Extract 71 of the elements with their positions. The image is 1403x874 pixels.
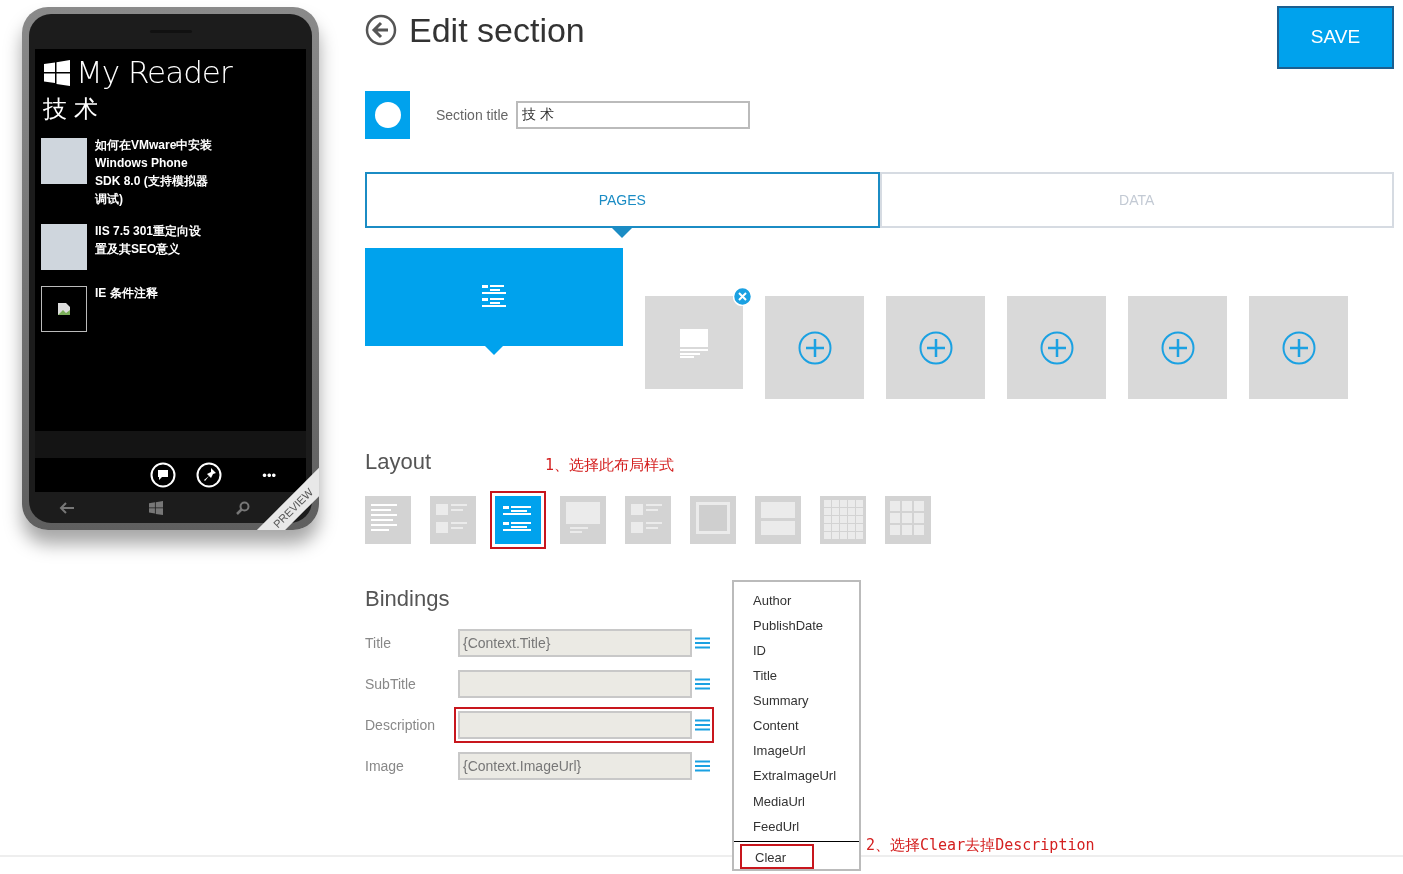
app-title: My Reader bbox=[76, 57, 232, 89]
section-title-input[interactable]: 技 术 bbox=[516, 101, 751, 129]
more-menu[interactable]: ••• bbox=[262, 468, 276, 482]
page-layout-icon bbox=[679, 327, 709, 358]
add-page-tile[interactable] bbox=[1007, 296, 1106, 399]
menu-item[interactable]: Clear bbox=[740, 843, 814, 869]
close-icon[interactable] bbox=[733, 287, 752, 306]
field-label: Section title bbox=[436, 105, 509, 125]
add-page-tile[interactable] bbox=[1128, 296, 1227, 399]
menu-item[interactable]: ImageUrl bbox=[753, 741, 806, 761]
annotation-note: 1、选择此布局样式 bbox=[545, 454, 675, 476]
menu-item[interactable]: ExtraImageUrl bbox=[753, 766, 837, 786]
chat-icon[interactable] bbox=[150, 462, 177, 489]
binding-label: Description bbox=[365, 715, 437, 735]
circle-icon bbox=[374, 102, 401, 128]
page-title: Edit section bbox=[409, 10, 585, 50]
binding-input[interactable]: {Context.Title} bbox=[458, 629, 692, 657]
search-icon[interactable] bbox=[236, 500, 250, 515]
menu-icon[interactable] bbox=[695, 760, 710, 772]
article-title[interactable]: IIS 7.5 301重定向设置及其SEO意义 bbox=[95, 222, 213, 271]
menu-icon[interactable] bbox=[695, 637, 710, 649]
layout-option[interactable] bbox=[755, 496, 801, 544]
layout-option[interactable] bbox=[690, 496, 736, 544]
menu-item[interactable]: PublishDate bbox=[753, 615, 824, 636]
pin-icon[interactable] bbox=[196, 462, 223, 489]
tab-pointer bbox=[612, 228, 633, 238]
plus-circle-icon bbox=[1160, 330, 1195, 365]
page-tile[interactable] bbox=[365, 248, 623, 346]
section-heading: Bindings bbox=[365, 585, 450, 613]
layout-option[interactable] bbox=[430, 496, 476, 544]
binding-label: SubTitle bbox=[365, 674, 417, 694]
section-title: 技 术 bbox=[42, 94, 99, 125]
layout-option[interactable] bbox=[625, 496, 671, 544]
layout-option[interactable] bbox=[885, 496, 931, 544]
menu-item[interactable]: Author bbox=[753, 590, 792, 611]
plus-circle-icon bbox=[918, 330, 953, 365]
add-page-tile[interactable] bbox=[1249, 296, 1348, 399]
article-title[interactable]: 如何在VMware中安装Windows Phone SDK 8.0 (支持模拟器调试) bbox=[95, 136, 213, 209]
binding-input[interactable]: {Context.ImageUrl} bbox=[458, 752, 692, 780]
section-icon-tile[interactable] bbox=[365, 91, 410, 139]
menu-icon[interactable] bbox=[695, 719, 710, 731]
menu-item[interactable]: Summary bbox=[753, 691, 809, 711]
binding-input[interactable] bbox=[458, 711, 692, 739]
section-heading: Layout bbox=[365, 448, 432, 476]
layout-option[interactable] bbox=[365, 496, 411, 544]
menu-icon[interactable] bbox=[695, 678, 710, 690]
menu-item[interactable]: MediaUrl bbox=[753, 791, 805, 812]
broken-image-icon bbox=[57, 302, 71, 317]
back-arrow-icon[interactable] bbox=[59, 501, 75, 514]
page-tile[interactable] bbox=[645, 296, 743, 389]
tab[interactable]: PAGES bbox=[365, 172, 880, 228]
windows-logo-icon[interactable] bbox=[148, 500, 163, 515]
add-page-tile[interactable] bbox=[765, 296, 864, 399]
binding-label: Title bbox=[365, 633, 392, 653]
menu-item[interactable]: Title bbox=[753, 666, 778, 686]
plus-circle-icon bbox=[797, 330, 832, 365]
plus-circle-icon bbox=[1039, 330, 1074, 365]
layout-option[interactable] bbox=[820, 496, 866, 544]
back-circle-icon[interactable] bbox=[365, 14, 397, 46]
tile-pointer bbox=[485, 346, 503, 355]
windows-logo-icon bbox=[44, 59, 70, 86]
binding-input[interactable] bbox=[458, 670, 692, 698]
menu-item[interactable]: Content bbox=[753, 716, 799, 736]
menu-item[interactable]: ID bbox=[753, 641, 766, 661]
add-page-tile[interactable] bbox=[886, 296, 985, 399]
menu-item[interactable]: FeedUrl bbox=[753, 816, 800, 837]
article-title[interactable]: IE 条件注释 bbox=[95, 284, 213, 333]
binding-label: Image bbox=[365, 756, 405, 776]
annotation-note: 2、选择Clear去掉Description bbox=[866, 835, 1095, 856]
plus-circle-icon bbox=[1281, 330, 1316, 365]
layout-option[interactable] bbox=[560, 496, 606, 544]
